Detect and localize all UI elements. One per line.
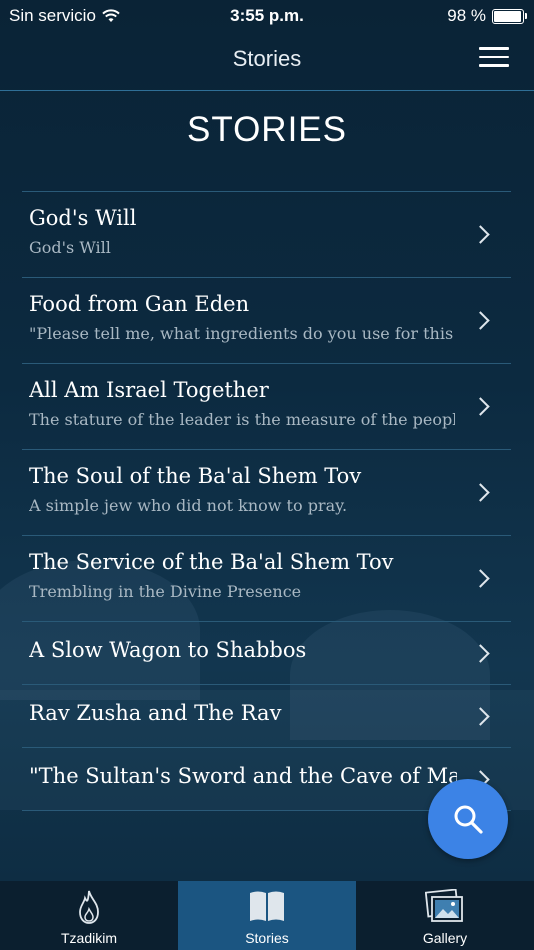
chevron-right-icon [471, 644, 490, 663]
tab-bar: Tzadikim Stories Gallery [0, 881, 534, 950]
search-icon [454, 805, 483, 834]
story-item[interactable]: A Slow Wagon to Shabbos [22, 622, 511, 685]
story-item[interactable]: God's Will God's Will [22, 192, 511, 278]
menu-line [479, 64, 509, 67]
story-subtitle: A simple jew who did not know to pray. [29, 496, 348, 515]
story-title: The Service of the Ba'al Shem Tov [29, 550, 394, 574]
story-title: A Slow Wagon to Shabbos [29, 638, 307, 662]
story-subtitle: The stature of the leader is the measure… [29, 410, 455, 429]
flame-icon [79, 890, 99, 924]
navigation-bar: Stories [0, 30, 534, 91]
tab-label: Gallery [422, 930, 468, 946]
story-title: God's Will [29, 206, 137, 230]
chevron-right-icon [471, 483, 490, 502]
battery-percent: 98 % [447, 6, 486, 25]
menu-line [479, 55, 509, 58]
chevron-right-icon [471, 707, 490, 726]
tab-tzadikim[interactable]: Tzadikim [0, 881, 178, 950]
status-right: 98 % [447, 6, 527, 26]
story-subtitle: "Please tell me, what ingredients do you… [29, 324, 455, 343]
tab-gallery[interactable]: Gallery [356, 881, 534, 950]
story-title: Food from Gan Eden [29, 292, 250, 316]
menu-line [479, 47, 509, 50]
chevron-right-icon [471, 569, 490, 588]
battery-fill [494, 10, 522, 22]
chevron-right-icon [471, 397, 490, 416]
story-title: The Soul of the Ba'al Shem Tov [29, 464, 362, 488]
tab-icon-wrap [356, 889, 534, 925]
open-book-icon [250, 891, 284, 921]
story-subtitle: God's Will [29, 238, 111, 257]
story-title: Rav Zusha and The Rav [29, 701, 282, 725]
story-subtitle: Trembling in the Divine Presence [29, 582, 302, 601]
story-item[interactable]: Food from Gan Eden "Please tell me, what… [22, 278, 511, 364]
search-button[interactable] [428, 779, 508, 859]
story-item[interactable]: Rav Zusha and The Rav [22, 685, 511, 748]
gallery-icon [425, 889, 463, 922]
status-bar: Sin servicio 3:55 p.m. 98 % [0, 0, 534, 30]
story-title: "The Sultan's Sword and the Cave of Ma [29, 764, 457, 788]
hamburger-menu-icon[interactable] [479, 47, 509, 69]
tab-icon-wrap [178, 889, 356, 925]
chevron-right-icon [471, 225, 490, 244]
story-item[interactable]: The Soul of the Ba'al Shem Tov A simple … [22, 450, 511, 536]
story-item[interactable]: All Am Israel Together The stature of th… [22, 364, 511, 450]
story-item[interactable]: The Service of the Ba'al Shem Tov Trembl… [22, 536, 511, 622]
tab-label: Tzadikim [60, 930, 117, 946]
page-title: STORIES [186, 110, 347, 149]
story-list: God's Will God's Will Food from Gan Eden… [22, 191, 511, 811]
story-title: All Am Israel Together [29, 378, 269, 402]
tab-stories[interactable]: Stories [178, 881, 356, 950]
battery-icon [492, 8, 527, 24]
tab-icon-wrap [0, 889, 178, 925]
chevron-right-icon [471, 311, 490, 330]
tab-label: Stories [245, 930, 289, 946]
nav-title: Stories [232, 46, 302, 71]
